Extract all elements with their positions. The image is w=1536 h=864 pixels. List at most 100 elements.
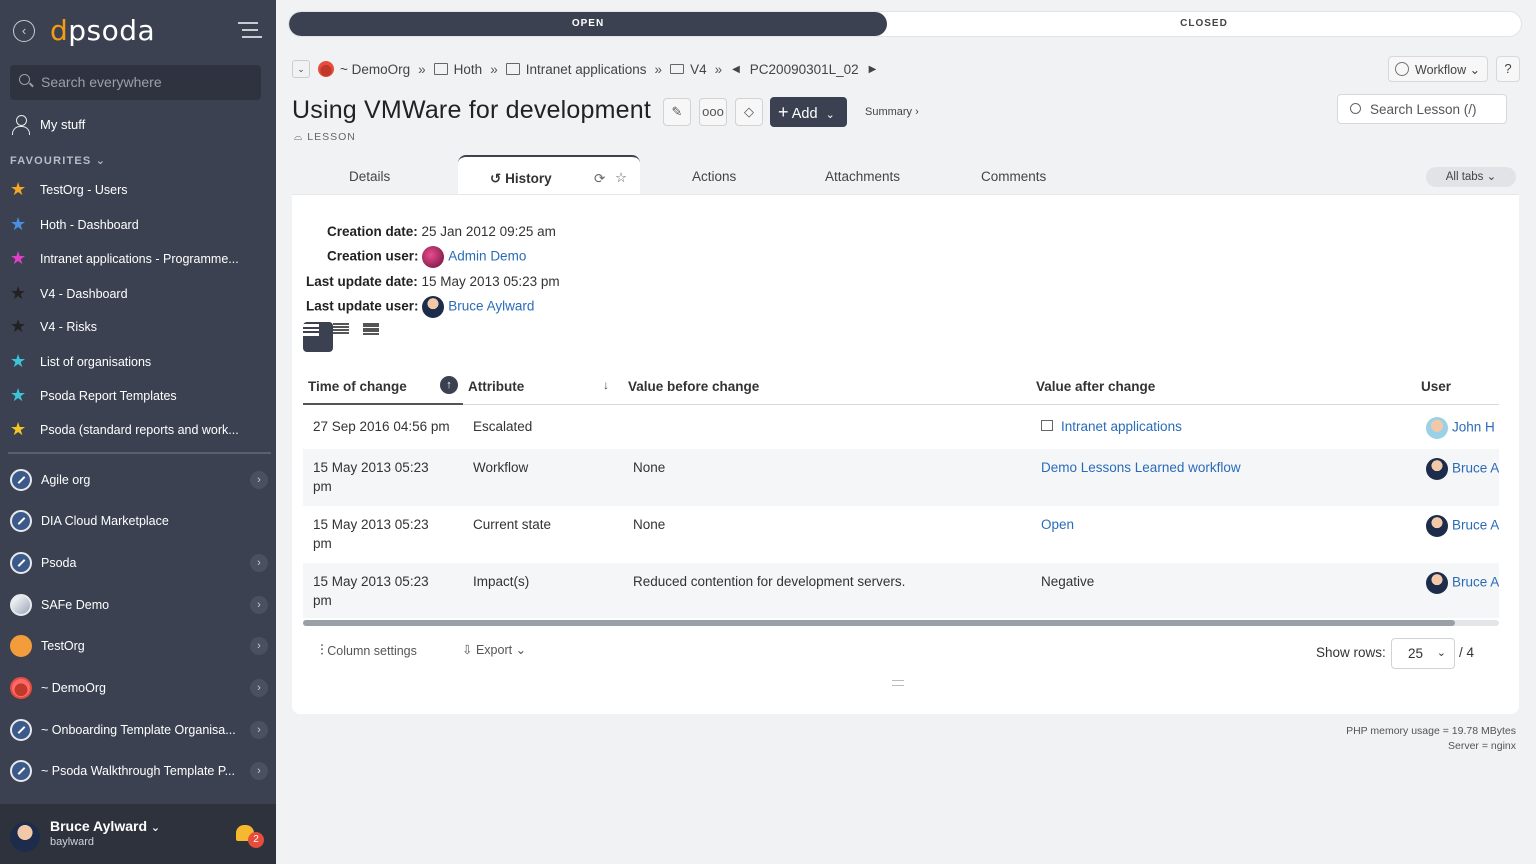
chevron-right-icon[interactable]: › xyxy=(250,596,268,614)
my-stuff-link[interactable]: My stuff xyxy=(10,114,85,136)
summary-link[interactable]: Summary › xyxy=(865,106,919,118)
psoda-logo[interactable]: dpsodapsoda xyxy=(50,14,155,47)
intranet-applications-link[interactable]: Intranet applications xyxy=(1061,419,1182,434)
favourite-item[interactable]: ★ V4 - Risks xyxy=(10,315,97,339)
tag-button[interactable]: ◇ xyxy=(735,98,763,126)
cell-time: 15 May 2013 05:23 pm xyxy=(313,517,429,551)
view-comfortable-button[interactable] xyxy=(303,322,333,352)
star-icon[interactable]: ☆ xyxy=(615,170,627,186)
search-icon xyxy=(1350,103,1361,114)
favourite-item[interactable]: ★ Psoda Report Templates xyxy=(10,384,177,408)
horizontal-scrollbar[interactable] xyxy=(303,620,1499,626)
org-item-walkthrough[interactable]: ~ Psoda Walkthrough Template P... › xyxy=(10,758,268,784)
column-header-after[interactable]: Value after change xyxy=(1036,379,1155,394)
workflow-button[interactable]: Workflow ⌄ xyxy=(1388,56,1488,82)
show-rows-select[interactable]: 25 ⌄ xyxy=(1391,638,1455,669)
chevron-right-icon[interactable]: › xyxy=(250,554,268,572)
column-header-user[interactable]: User xyxy=(1421,379,1451,394)
org-item-safe-demo[interactable]: SAFe Demo › xyxy=(10,592,268,618)
favourite-item[interactable]: ★ List of organisations xyxy=(10,350,151,374)
breadcrumb: ⌄ ~ DemoOrg » Hoth » Intranet applicatio… xyxy=(292,59,886,79)
breadcrumb-portfolio[interactable]: Hoth xyxy=(454,62,483,77)
resize-handle-icon[interactable] xyxy=(892,680,904,686)
tab-actions[interactable]: Actions xyxy=(692,169,736,184)
chevron-right-icon[interactable]: › xyxy=(250,679,268,697)
server-info: PHP memory usage = 19.78 MBytes Server =… xyxy=(1346,724,1516,754)
view-compact-button[interactable] xyxy=(333,322,363,352)
history-panel: Creation date: 25 Jan 2012 09:25 am Crea… xyxy=(292,194,1519,714)
state-open[interactable]: OPEN xyxy=(289,12,887,36)
user-menu[interactable]: Bruce Aylward ⌄ baylward xyxy=(0,804,276,864)
scrollbar-thumb[interactable] xyxy=(303,620,1455,626)
programme-icon xyxy=(1041,420,1053,431)
state-link[interactable]: Open xyxy=(1041,517,1074,532)
add-button[interactable]: + Add ⌄ xyxy=(770,97,847,127)
org-item-agile-org[interactable]: Agile org › xyxy=(10,467,268,493)
org-item-demoorg[interactable]: ~ DemoOrg › xyxy=(10,675,268,701)
favourite-item[interactable]: ★ Intranet applications - Programme... xyxy=(10,247,239,271)
column-header-before[interactable]: Value before change xyxy=(628,379,759,394)
chevron-right-icon[interactable]: › xyxy=(250,471,268,489)
last-update-user-link[interactable]: Bruce Aylward xyxy=(448,299,534,314)
last-update-user: Last update user: Bruce Aylward xyxy=(306,296,534,318)
breadcrumb-dropdown-icon[interactable]: ⌄ xyxy=(292,60,310,78)
breadcrumb-programme[interactable]: Intranet applications xyxy=(526,62,647,77)
column-header-attribute[interactable]: Attribute xyxy=(468,379,524,394)
favourite-item[interactable]: ★ Hoth - Dashboard xyxy=(10,213,139,237)
breadcrumb-project[interactable]: V4 xyxy=(690,62,707,77)
chevron-right-icon[interactable]: › xyxy=(250,762,268,780)
tab-history[interactable]: ↺ History ⟳ ☆ xyxy=(458,155,640,197)
user-link[interactable]: Bruce A xyxy=(1452,575,1499,590)
org-icon xyxy=(10,719,32,741)
tab-details[interactable]: Details xyxy=(349,169,390,184)
more-button[interactable]: ooo xyxy=(699,98,727,126)
tab-attachments[interactable]: Attachments xyxy=(825,169,900,184)
view-dense-button[interactable] xyxy=(363,322,393,352)
programme-icon xyxy=(505,63,520,75)
search-everywhere-input[interactable]: Search everywhere xyxy=(10,65,261,100)
org-item-onboarding[interactable]: ~ Onboarding Template Organisa... › xyxy=(10,717,268,743)
chevron-right-icon[interactable]: › xyxy=(250,637,268,655)
creation-user: Creation user: Admin Demo xyxy=(327,246,526,268)
user-link[interactable]: John H xyxy=(1452,420,1495,435)
favourite-item[interactable]: ★ V4 - Dashboard xyxy=(10,282,128,306)
export-button[interactable]: ⇩ Export ⌄ xyxy=(462,642,526,657)
sort-ascending-icon[interactable]: ↑ xyxy=(440,376,458,394)
favourite-item[interactable]: ★ TestOrg - Users xyxy=(10,178,128,202)
refresh-icon[interactable]: ⟳ xyxy=(594,171,605,187)
search-lesson-input[interactable]: Search Lesson (/) xyxy=(1337,94,1507,124)
all-tabs-button[interactable]: All tabs ⌄ xyxy=(1426,167,1516,187)
previous-item-icon[interactable]: ◀ xyxy=(732,64,740,75)
breadcrumb-org[interactable]: ~ DemoOrg xyxy=(340,62,410,77)
cell-before: None xyxy=(633,517,666,532)
column-header-time[interactable]: Time of change xyxy=(308,379,407,394)
user-name: Bruce Aylward xyxy=(50,818,147,834)
edit-button[interactable]: ✎ xyxy=(663,98,691,126)
help-button[interactable]: ? xyxy=(1496,56,1520,82)
user-icon xyxy=(12,115,30,135)
collapse-sidebar-icon[interactable] xyxy=(238,22,262,40)
cell-after: Open xyxy=(1041,515,1074,534)
cell-user: Bruce A xyxy=(1426,572,1499,594)
back-icon[interactable]: ‹ xyxy=(13,20,35,42)
column-settings-button[interactable]: ⫶ Column settings xyxy=(320,642,417,659)
creation-user-link[interactable]: Admin Demo xyxy=(448,249,526,264)
favourites-heading[interactable]: FAVOURITES ⌄ xyxy=(10,154,106,167)
tab-comments[interactable]: Comments xyxy=(981,169,1046,184)
user-link[interactable]: Bruce A xyxy=(1452,518,1499,533)
avatar xyxy=(1426,417,1448,439)
favourite-item[interactable]: ★ Psoda (standard reports and work... xyxy=(10,418,239,442)
org-item-testorg[interactable]: TestOrg › xyxy=(10,633,268,659)
next-item-icon[interactable]: ▶ xyxy=(869,64,877,75)
chevron-right-icon[interactable]: › xyxy=(250,721,268,739)
sort-arrow-icon[interactable]: ↓ xyxy=(603,378,609,392)
state-closed[interactable]: CLOSED xyxy=(887,12,1521,36)
org-item-dia-cloud[interactable]: DIA Cloud Marketplace xyxy=(10,508,268,534)
cell-before: None xyxy=(633,460,666,475)
workflow-link[interactable]: Demo Lessons Learned workflow xyxy=(1041,460,1241,475)
star-icon: ★ xyxy=(10,419,27,439)
more-icon: ooo xyxy=(702,104,724,119)
org-item-psoda[interactable]: Psoda › xyxy=(10,550,268,576)
user-link[interactable]: Bruce A xyxy=(1452,461,1499,476)
avatar xyxy=(1426,458,1448,480)
